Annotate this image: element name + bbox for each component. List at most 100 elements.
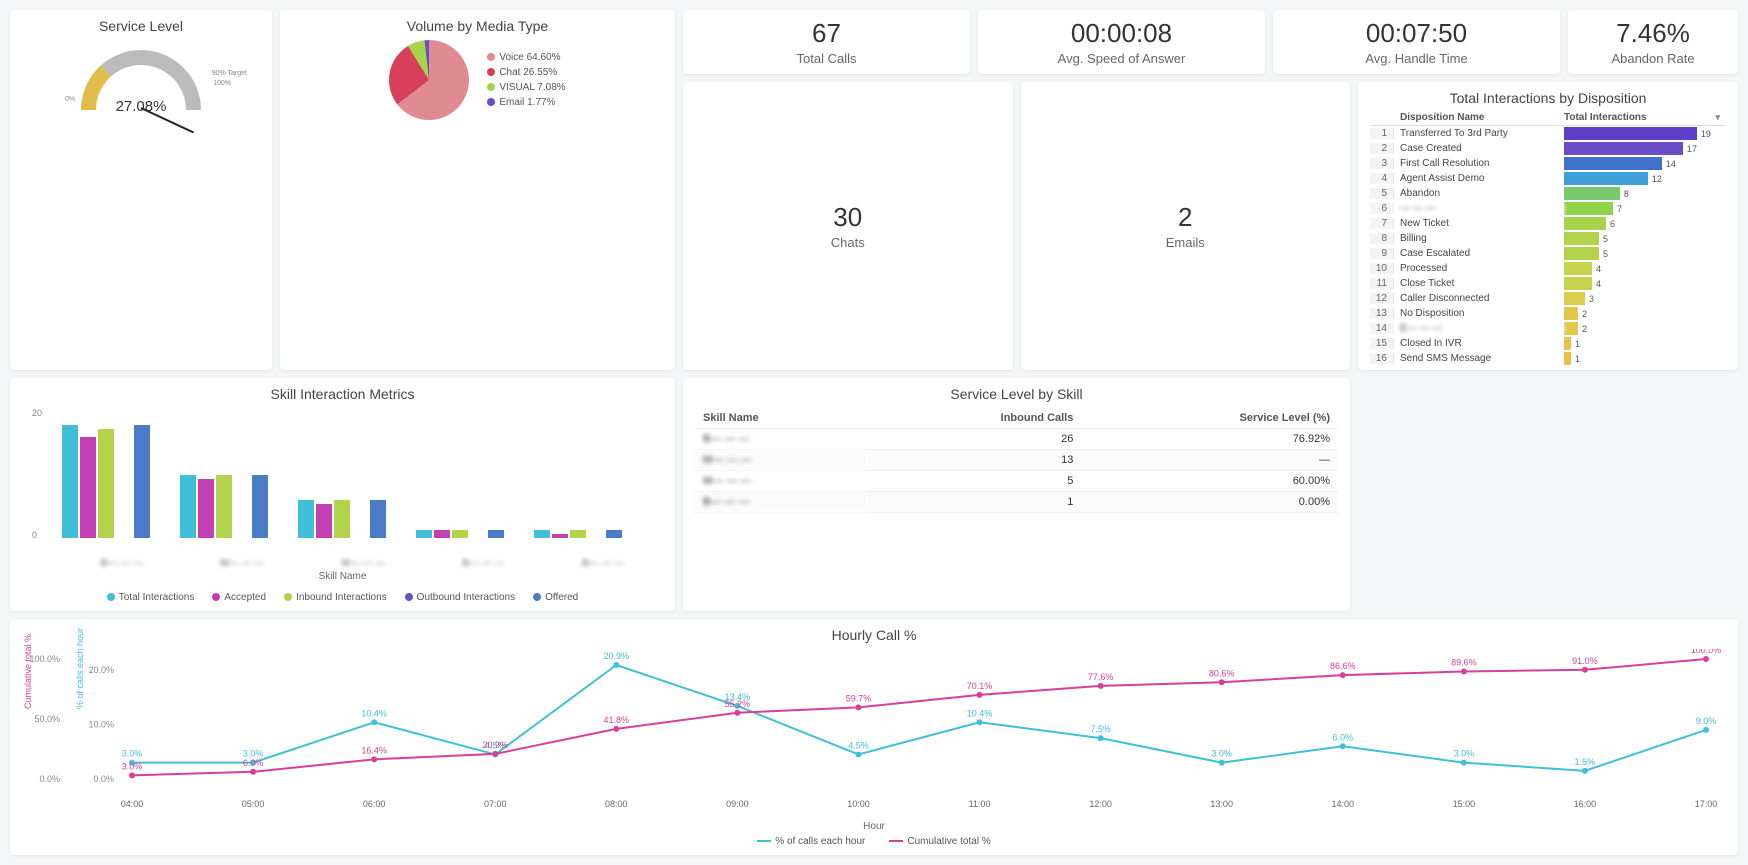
svg-text:10.4%: 10.4% [361,708,387,718]
bar [570,530,586,538]
svg-text:77.6%: 77.6% [1088,672,1114,682]
bar [216,475,232,538]
legend-item: Accepted [212,592,266,603]
svg-text:4.5%: 4.5% [848,740,869,750]
skill-metrics-card: Skill Interaction Metrics 20 0 B— — —M— … [10,378,675,611]
svg-text:9.0%: 9.0% [1696,716,1717,726]
pie-legend-item: Voice 64.60% [487,50,565,65]
volume-pie [389,40,469,120]
service-level-title: Service Level [22,18,260,34]
svg-text:15:00: 15:00 [1453,799,1476,809]
disposition-row[interactable]: 13No Disposition2 [1370,306,1726,321]
disposition-row[interactable]: 3First Call Resolution14 [1370,156,1726,171]
svg-text:80.6%: 80.6% [1209,668,1235,678]
svg-text:0.0%: 0.0% [93,774,114,784]
svg-text:09:00: 09:00 [726,799,749,809]
pie-legend-item: VISUAL 7.08% [487,80,565,95]
kpi-abandon: 7.46% Abandon Rate [1568,10,1738,74]
bar [434,530,450,538]
svg-text:10.0%: 10.0% [88,719,114,729]
svg-text:41.8%: 41.8% [604,715,630,725]
svg-text:59.7%: 59.7% [846,693,872,703]
disposition-row[interactable]: 2Case Created17 [1370,141,1726,156]
table-row[interactable]: M— — —560.00% [695,471,1338,492]
service-level-card: Service Level 0% 90% Target 100% 27.08% [10,10,272,370]
svg-text:11:00: 11:00 [969,799,991,809]
svg-text:3.0%: 3.0% [1211,749,1232,759]
disposition-row[interactable]: 15Closed In IVR1 [1370,336,1726,351]
bar [534,530,550,538]
bar [370,500,386,538]
svg-text:05:00: 05:00 [242,799,265,809]
table-row[interactable]: B— — —10.00% [695,492,1338,513]
disposition-row[interactable]: 12Caller Disconnected3 [1370,291,1726,306]
bar [316,504,332,538]
svg-text:0.0%: 0.0% [39,774,60,784]
disposition-row[interactable]: 14E— — —2 [1370,321,1726,336]
disposition-row[interactable]: 6— — —7 [1370,201,1726,216]
svg-text:55.2%: 55.2% [725,699,751,709]
svg-text:89.6%: 89.6% [1451,657,1477,667]
hourly-title: Hourly Call % [22,627,1726,643]
sls-table: Skill NameInbound CallsService Level (%)… [695,408,1338,513]
bar [552,534,568,538]
svg-text:3.0%: 3.0% [122,749,143,759]
svg-text:12:00: 12:00 [1089,799,1112,809]
legend-item: Total Interactions [107,592,195,603]
disposition-row[interactable]: 16Send SMS Message1 [1370,351,1726,366]
sls-table-card: Service Level by Skill Skill NameInbound… [683,378,1350,611]
bar [416,530,432,538]
disposition-row[interactable]: 11Close Ticket4 [1370,276,1726,291]
bar [452,530,468,538]
disposition-row[interactable]: 10Processed4 [1370,261,1726,276]
svg-text:08:00: 08:00 [605,799,628,809]
bar-group [180,475,268,538]
bar [98,429,114,538]
disposition-row[interactable]: 1Transferred To 3rd Party19 [1370,126,1726,141]
svg-text:07:00: 07:00 [484,799,507,809]
kpi-total-calls: 67 Total Calls [683,10,970,74]
svg-text:70.1%: 70.1% [967,681,993,691]
disposition-row[interactable]: 7New Ticket6 [1370,216,1726,231]
disposition-row[interactable]: 5Abandon8 [1370,186,1726,201]
bar [180,475,196,538]
svg-text:6.0%: 6.0% [243,758,264,768]
legend-item: Cumulative total % [889,836,990,847]
bar [134,425,150,538]
dispositions-title: Total Interactions by Disposition [1370,90,1726,106]
bar [488,530,504,538]
disposition-row[interactable]: 9Case Escalated5 [1370,246,1726,261]
table-row[interactable]: B— — —2676.92% [695,429,1338,450]
volume-media-card: Volume by Media Type Voice 64.60%Chat 26… [280,10,675,370]
bar-group [62,425,150,538]
svg-text:91.0%: 91.0% [1572,656,1598,666]
hourly-chart: Cumulative total % % of calls each hour … [22,649,1726,819]
kpi-asa: 00:00:08 Avg. Speed of Answer [978,10,1265,74]
svg-text:20.0%: 20.0% [88,665,114,675]
bar-group [534,530,622,538]
svg-text:100.0%: 100.0% [1691,649,1722,655]
legend-item: Outbound Interactions [405,592,515,603]
svg-text:86.6%: 86.6% [1330,661,1356,671]
svg-text:16:00: 16:00 [1574,799,1597,809]
svg-text:16.4%: 16.4% [361,745,387,755]
bar [198,479,214,538]
volume-title: Volume by Media Type [292,18,663,34]
bar-group [416,530,504,538]
bar [298,500,314,538]
skill-metrics-title: Skill Interaction Metrics [22,386,663,402]
kpi-chats: 30 Chats [683,82,1013,370]
pie-legend-item: Chat 26.55% [487,65,565,80]
bar [80,437,96,538]
svg-text:10.4%: 10.4% [967,708,993,718]
chevron-down-icon[interactable]: ▾ [1715,112,1726,123]
svg-text:1.5%: 1.5% [1575,757,1596,767]
svg-text:17:00: 17:00 [1695,799,1718,809]
disposition-row[interactable]: 8Billing5 [1370,231,1726,246]
bar [252,475,268,538]
svg-text:3.0%: 3.0% [1454,749,1475,759]
disposition-row[interactable]: 4Agent Assist Demo12 [1370,171,1726,186]
dispositions-card: Total Interactions by Disposition Dispos… [1358,82,1738,370]
hourly-card: Hourly Call % Cumulative total % % of ca… [10,619,1738,855]
table-row[interactable]: M— — —13— [695,450,1338,471]
